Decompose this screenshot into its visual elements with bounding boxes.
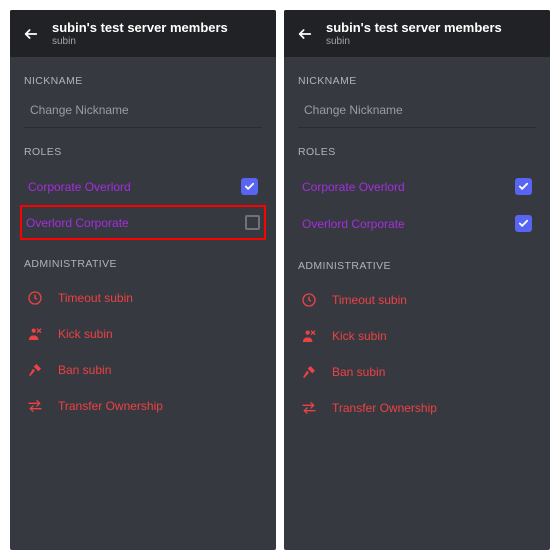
back-arrow-icon[interactable] [296, 26, 314, 42]
admin-label: Transfer Ownership [58, 399, 163, 413]
admin-kick[interactable]: Kick subin [24, 316, 262, 352]
role-label: Corporate Overlord [302, 180, 405, 194]
checkbox-checked-icon[interactable] [241, 178, 258, 195]
kick-icon [26, 325, 44, 343]
kick-icon [300, 327, 318, 345]
panel-left: subin's test server members subin NICKNA… [10, 10, 276, 550]
role-item[interactable]: Corporate Overlord [298, 168, 536, 205]
admin-label: Kick subin [332, 329, 387, 343]
page-title: subin's test server members [326, 20, 502, 35]
admin-timeout[interactable]: Timeout subin [24, 280, 262, 316]
page-subtitle: subin [52, 36, 228, 47]
section-roles: ROLES [298, 146, 536, 158]
section-roles: ROLES [24, 146, 262, 158]
admin-label: Ban subin [58, 363, 111, 377]
header: subin's test server members subin [10, 10, 276, 57]
page-title: subin's test server members [52, 20, 228, 35]
admin-transfer[interactable]: Transfer Ownership [298, 390, 536, 426]
transfer-icon [300, 399, 318, 417]
admin-transfer[interactable]: Transfer Ownership [24, 388, 262, 424]
role-label: Overlord Corporate [302, 217, 405, 231]
admin-label: Kick subin [58, 327, 113, 341]
admin-label: Transfer Ownership [332, 401, 437, 415]
nickname-input[interactable]: Change Nickname [24, 97, 262, 128]
section-administrative: ADMINISTRATIVE [24, 258, 262, 270]
checkbox-unchecked-icon[interactable] [245, 215, 260, 230]
role-label: Corporate Overlord [28, 180, 131, 194]
section-nickname: NICKNAME [24, 75, 262, 87]
section-nickname: NICKNAME [298, 75, 536, 87]
admin-label: Ban subin [332, 365, 385, 379]
back-arrow-icon[interactable] [22, 26, 40, 42]
checkbox-checked-icon[interactable] [515, 178, 532, 195]
transfer-icon [26, 397, 44, 415]
role-label: Overlord Corporate [26, 216, 129, 230]
section-administrative: ADMINISTRATIVE [298, 260, 536, 272]
admin-timeout[interactable]: Timeout subin [298, 282, 536, 318]
admin-kick[interactable]: Kick subin [298, 318, 536, 354]
panel-right: subin's test server members subin NICKNA… [284, 10, 550, 550]
clock-icon [26, 289, 44, 307]
role-item[interactable]: Overlord Corporate [298, 205, 536, 242]
checkbox-checked-icon[interactable] [515, 215, 532, 232]
admin-ban[interactable]: Ban subin [298, 354, 536, 390]
role-item-highlighted[interactable]: Overlord Corporate [20, 205, 266, 240]
header: subin's test server members subin [284, 10, 550, 57]
role-item[interactable]: Corporate Overlord [24, 168, 262, 205]
clock-icon [300, 291, 318, 309]
nickname-input[interactable]: Change Nickname [298, 97, 536, 128]
admin-label: Timeout subin [332, 293, 407, 307]
hammer-icon [26, 361, 44, 379]
admin-ban[interactable]: Ban subin [24, 352, 262, 388]
hammer-icon [300, 363, 318, 381]
page-subtitle: subin [326, 36, 502, 47]
admin-label: Timeout subin [58, 291, 133, 305]
